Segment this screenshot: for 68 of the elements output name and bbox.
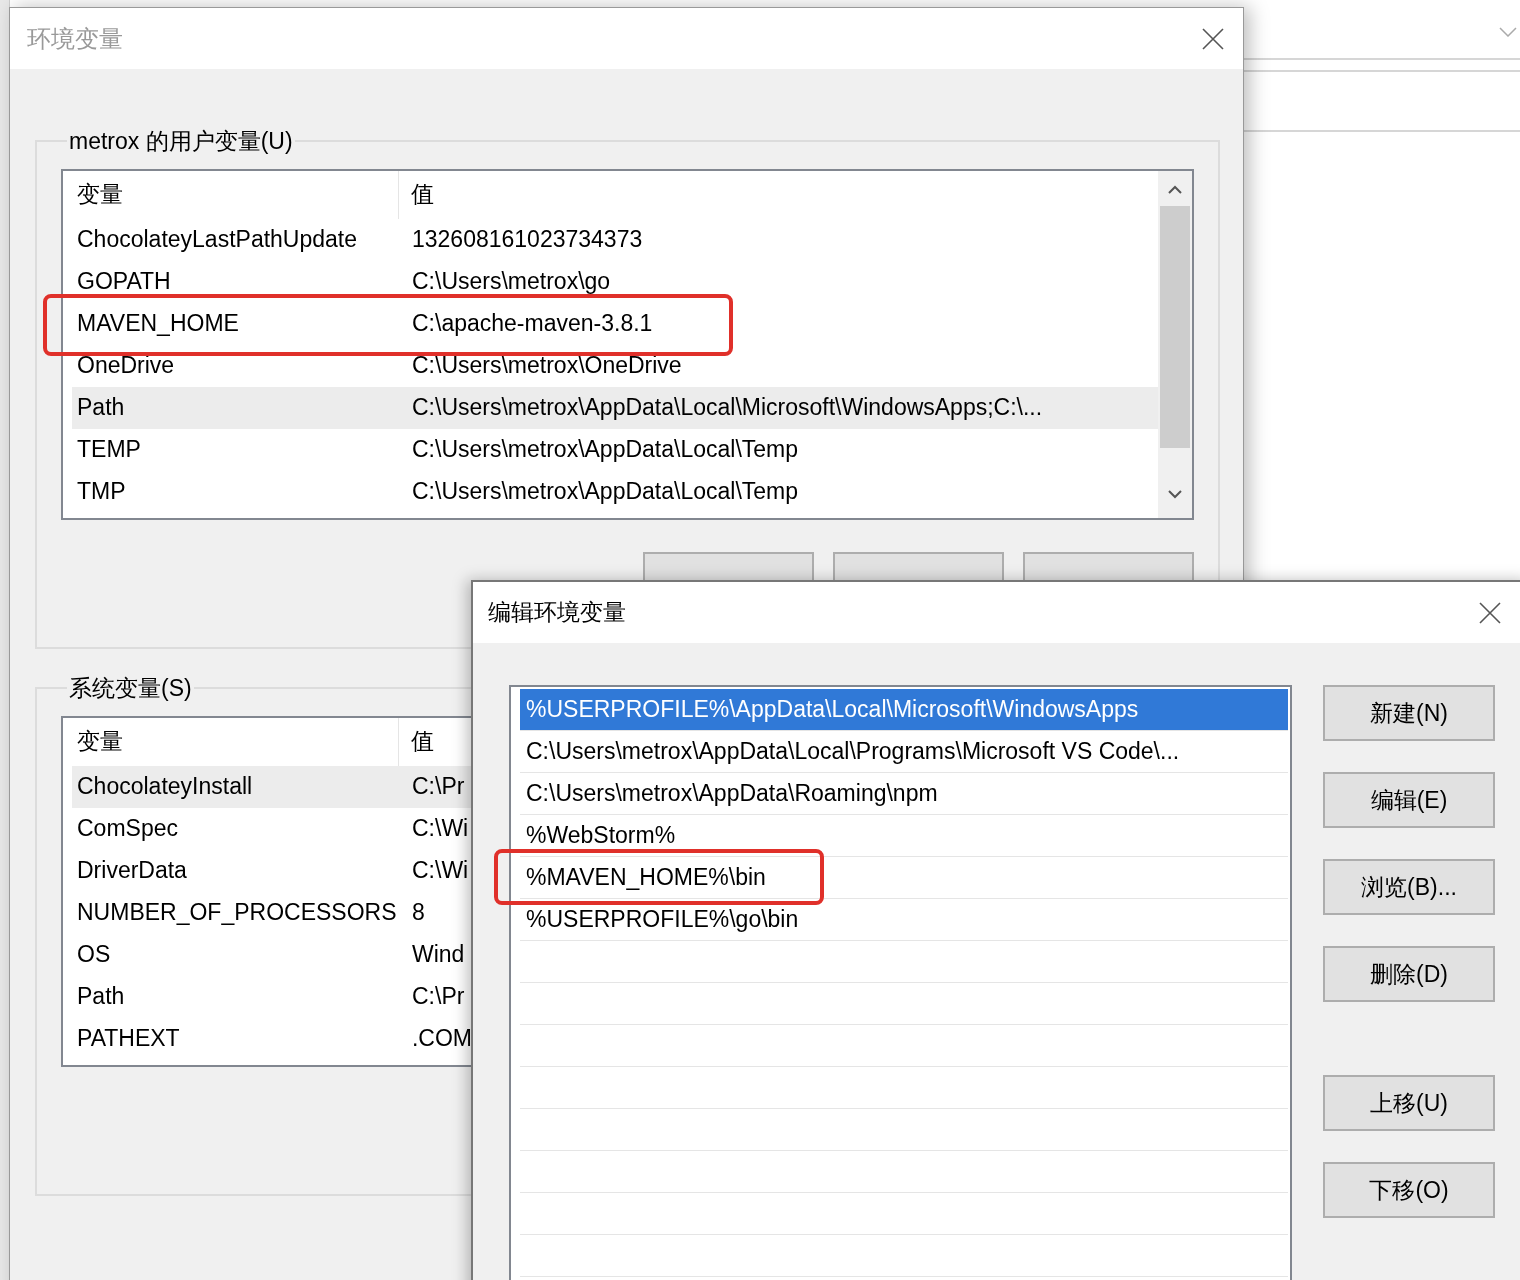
table-cell-text: ChocolateyLastPathUpdate: [76, 225, 359, 255]
table-cell-text: TMP: [76, 477, 127, 507]
table-cell-text: C:\Pr: [411, 982, 465, 1012]
table-cell-text: GOPATH: [76, 267, 172, 297]
table-cell-text: TEMP: [76, 435, 142, 465]
table-cell-text: C:\Wi: [411, 814, 469, 844]
column-header[interactable]: 变量: [72, 170, 399, 219]
list-row[interactable]: MAVEN_HOME C:\apache-maven-3.8.1: [72, 302, 1158, 345]
table-cell-text: OS: [76, 940, 112, 970]
dialog-button[interactable]: 删除(D): [1323, 946, 1495, 1002]
group-label: metrox 的用户变量(U): [68, 127, 294, 156]
dialog-button[interactable]: 新建(N): [1323, 685, 1495, 741]
group-label: 系统变量(S): [68, 674, 193, 703]
table-cell-text: C:\Users\metrox\OneDrive: [411, 351, 682, 381]
window-title: 环境变量: [27, 23, 123, 54]
table-cell-text: PATHEXT: [76, 1024, 181, 1054]
chevron-down-icon[interactable]: [1499, 27, 1517, 37]
list-row[interactable]: PATHEXT .COM: [72, 1017, 472, 1060]
close-icon[interactable]: [1479, 601, 1501, 624]
list-row[interactable]: ComSpec C:\Wi: [72, 807, 472, 850]
list-item[interactable]: %MAVEN_HOME%\bin: [520, 857, 1288, 899]
list-row[interactable]: ChocolateyInstall C:\Pr: [72, 765, 472, 808]
column-header[interactable]: 值: [399, 724, 434, 759]
table-cell-text: Path: [76, 393, 126, 423]
dialog-button[interactable]: 浏览(B)...: [1323, 859, 1495, 915]
list-row[interactable]: Path C:\Pr: [72, 975, 472, 1018]
list-row[interactable]: GOPATH C:\Users\metrox\go: [72, 260, 1158, 303]
list-item[interactable]: C:\Users\metrox\AppData\Local\Programs\Microsoft VS Code\...: [520, 731, 1288, 773]
close-icon[interactable]: [1202, 27, 1224, 50]
scrollbar[interactable]: [1158, 170, 1192, 518]
list-item[interactable]: C:\Users\metrox\AppData\Roaming\npm: [520, 773, 1288, 815]
table-cell-text: Wind: [411, 940, 465, 970]
table-cell-text: C:\Users\metrox\go: [411, 267, 611, 297]
window-title: 编辑环境变量: [488, 598, 626, 628]
table-cell-text: .COM: [410, 1024, 472, 1054]
list-row[interactable]: NUMBER_OF_PROCESSORS 8: [72, 891, 472, 934]
table-cell-text: DriverData: [76, 856, 188, 886]
table-cell-text: C:\Users\metrox\AppData\Local\Temp: [411, 477, 799, 507]
table-cell-text: C:\Users\metrox\AppData\Local\Temp: [411, 435, 799, 465]
arrow-down-icon[interactable]: [1168, 489, 1182, 499]
dialog-button[interactable]: 下移(O): [1323, 1162, 1495, 1218]
list-row[interactable]: DriverData C:\Wi: [72, 849, 472, 892]
list-item[interactable]: %USERPROFILE%\go\bin: [520, 899, 1288, 941]
table-cell-text: C:\Pr: [411, 772, 465, 802]
list-row[interactable]: ChocolateyLastPathUpdate 132608161023734373: [72, 218, 1158, 261]
table-cell-text: C:\Users\metrox\AppData\Local\Microsoft\WindowsApps;C:\...: [411, 393, 1043, 423]
list-row[interactable]: Path C:\Users\metrox\AppData\Local\Microsoft\WindowsApps;C:\...: [72, 386, 1158, 429]
list-row[interactable]: OneDrive C:\Users\metrox\OneDrive: [72, 344, 1158, 387]
list-row[interactable]: TMP C:\Users\metrox\AppData\Local\Temp: [72, 470, 1158, 513]
arrow-up-icon[interactable]: [1168, 184, 1182, 194]
table-cell-text: OneDrive: [76, 351, 176, 381]
table-cell-text: C:\Wi: [411, 856, 469, 886]
list-item[interactable]: %WebStorm%: [520, 815, 1288, 857]
column-header[interactable]: 值: [399, 177, 434, 212]
dialog-button[interactable]: 编辑(E): [1323, 772, 1495, 828]
table-cell-text: NUMBER_OF_PROCESSORS: [76, 898, 398, 928]
list-row[interactable]: TEMP C:\Users\metrox\AppData\Local\Temp: [72, 428, 1158, 471]
table-cell-text: MAVEN_HOME: [76, 309, 240, 339]
table-cell-text: 8: [411, 898, 425, 928]
table-cell-text: 132608161023734373: [411, 225, 643, 255]
table-cell-text: ComSpec: [76, 814, 179, 844]
table-cell-text: Path: [76, 982, 126, 1012]
table-cell-text: C:\apache-maven-3.8.1: [411, 309, 653, 339]
column-header[interactable]: 变量: [72, 717, 399, 766]
table-cell-text: ChocolateyInstall: [76, 772, 254, 802]
list-row[interactable]: OS Wind: [72, 933, 472, 976]
dialog-button[interactable]: 上移(U): [1323, 1075, 1495, 1131]
list-item[interactable]: %USERPROFILE%\AppData\Local\Microsoft\WindowsApps: [520, 689, 1288, 731]
